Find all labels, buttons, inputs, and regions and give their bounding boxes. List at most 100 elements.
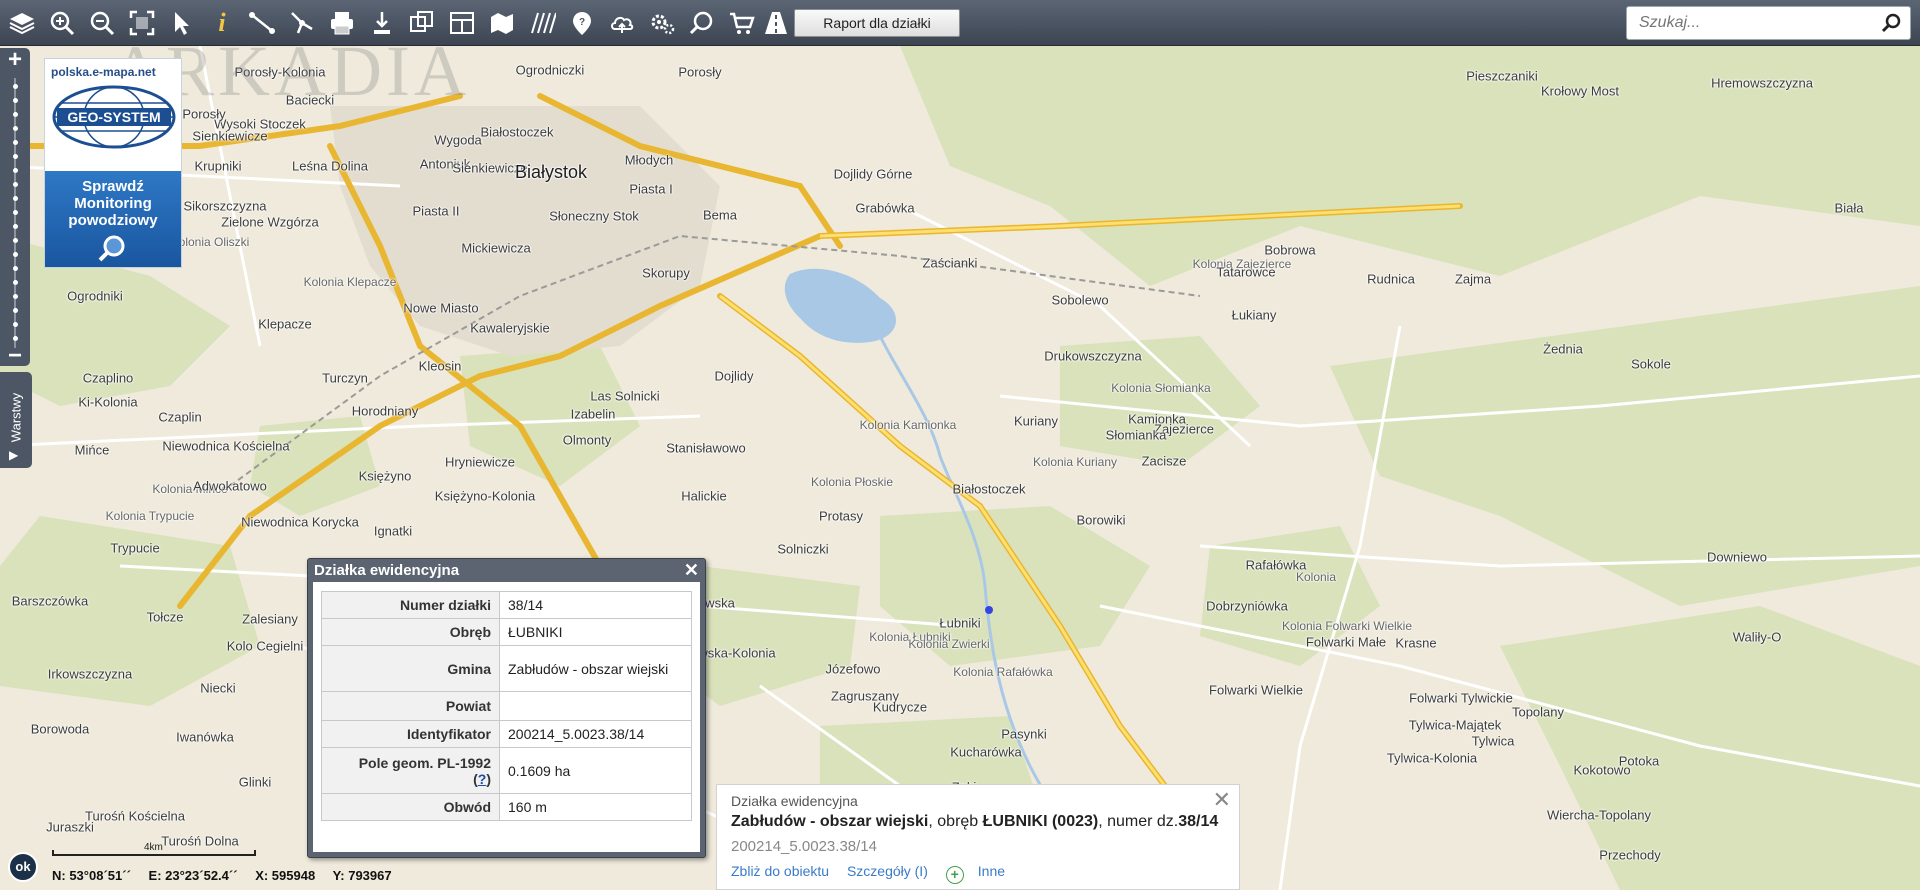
attr-key: Pole geom. PL-1992: [358, 754, 491, 771]
place-label: Sobolewo: [1051, 292, 1109, 308]
zoom-level-dot[interactable]: [13, 252, 18, 257]
zoom-level-dot[interactable]: [13, 140, 18, 145]
info-icon[interactable]: i: [206, 7, 238, 39]
zoom-level-dot[interactable]: [13, 210, 18, 215]
place-label: Kokotowo: [1573, 762, 1631, 778]
place-label: Borowoda: [30, 721, 90, 737]
zoom-level-dot[interactable]: [13, 224, 18, 229]
zoom-level-dot[interactable]: [13, 238, 18, 243]
zoom-level-dot[interactable]: [13, 266, 18, 271]
zoom-level-dot[interactable]: [13, 336, 18, 341]
zoom-level-dot[interactable]: [13, 112, 18, 117]
parcel-info-popup: ✕ Działka ewidencyjna Zabłudów - obszar …: [716, 784, 1240, 890]
place-label: Rudnica: [1367, 271, 1415, 287]
select-arrow-icon[interactable]: [166, 7, 198, 39]
download-icon[interactable]: [366, 7, 398, 39]
place-label: Iwanówka: [176, 729, 234, 745]
flood-title: Sprawdź Monitoring powodziowy: [68, 178, 158, 229]
place-label: Ogrodniczki: [515, 62, 585, 78]
table-row: Pole geom. PL-1992 (?) 0.1609 ha: [321, 747, 692, 794]
table-row: Identyfikator 200214_5.0023.38/14: [321, 720, 692, 748]
zoom-minus-button[interactable]: −: [0, 342, 30, 370]
place-label: Czaplin: [158, 409, 202, 425]
measure-angle-icon[interactable]: [286, 7, 318, 39]
flood-monitoring-banner[interactable]: Sprawdź Monitoring powodziowy: [45, 171, 181, 267]
zoom-level-dot[interactable]: [13, 308, 18, 313]
cloud-upload-icon[interactable]: [606, 7, 638, 39]
table-row: Gmina Zabłudów - obszar wiejski: [321, 645, 692, 692]
place-label: Biała: [1834, 200, 1864, 216]
plus-circle-icon[interactable]: +: [945, 866, 964, 884]
map-canvas[interactable]: Porosły-Kolonia Baciecki Wysoki Stoczek Por…: [0, 46, 1920, 890]
attr-value: [499, 691, 692, 721]
zoom-level-dot[interactable]: [13, 154, 18, 159]
place-label: Bema: [703, 207, 737, 223]
place-label: Tylwica-Majątek: [1408, 717, 1502, 733]
road-icon[interactable]: [760, 7, 792, 39]
place-label: Kolonia Folwarki Wielkie: [1281, 619, 1413, 633]
layers-icon[interactable]: [6, 7, 38, 39]
popup-sep2: , numer dz.: [1098, 813, 1179, 830]
zoom-level-dot[interactable]: [13, 196, 18, 201]
other-link[interactable]: Inne: [978, 863, 1005, 879]
report-button[interactable]: Raport dla działki: [794, 9, 960, 37]
attr-key: Powiat: [321, 691, 500, 721]
attr-key: Obwód: [321, 793, 500, 821]
zoom-level-dot[interactable]: [13, 322, 18, 327]
zoom-level-dot[interactable]: [13, 84, 18, 89]
zoom-slider[interactable]: + −: [0, 46, 30, 369]
close-icon[interactable]: ✕: [684, 560, 699, 581]
place-label: Kolonia Kamionka: [859, 418, 957, 432]
zoom-to-object-link[interactable]: Zbliż do obiektu: [731, 863, 829, 879]
zoom-plus-button[interactable]: +: [0, 46, 30, 74]
print-icon[interactable]: [326, 7, 358, 39]
place-label: Sikorszczyzna: [183, 198, 267, 214]
place-label: Białostoczek: [952, 481, 1026, 497]
hatch-icon[interactable]: [526, 7, 558, 39]
svg-text:?: ?: [579, 17, 585, 28]
place-label: Tylwica-Kolonia: [1386, 750, 1478, 766]
settings-icon[interactable]: [646, 7, 678, 39]
map-shape-icon[interactable]: [486, 7, 518, 39]
layers-panel-tab[interactable]: Warstwy ▶: [0, 372, 32, 468]
search-map-icon[interactable]: [686, 7, 718, 39]
promo-box[interactable]: polska.e-mapa.net GEO-SYSTEM Sprawdź Mon…: [44, 58, 182, 268]
ok-button[interactable]: ok: [8, 852, 38, 882]
search-icon[interactable]: [1880, 12, 1902, 34]
x-coordinate: X: 595948: [255, 868, 316, 883]
measure-line-icon[interactable]: [246, 7, 278, 39]
zoom-in-icon[interactable]: [46, 7, 78, 39]
selected-parcel-marker[interactable]: [985, 606, 993, 614]
zoom-out-icon[interactable]: [86, 7, 118, 39]
promo-url[interactable]: polska.e-mapa.net: [51, 65, 156, 79]
zoom-level-dot[interactable]: [13, 98, 18, 103]
zoom-level-dot[interactable]: [13, 168, 18, 173]
help-link[interactable]: ?: [478, 771, 487, 787]
place-label: Ogrodniki: [67, 288, 123, 304]
place-label: Sokole: [1631, 356, 1671, 372]
place-label: Księżyno: [358, 468, 412, 484]
zoom-level-dot[interactable]: [13, 182, 18, 187]
location-help-icon[interactable]: ?: [566, 7, 598, 39]
details-link[interactable]: Szczegóły (I): [847, 863, 928, 879]
place-label: Ignatki: [373, 523, 413, 539]
close-icon[interactable]: ✕: [1213, 787, 1231, 813]
zoom-level-dot[interactable]: [13, 126, 18, 131]
zoom-level-dot[interactable]: [13, 280, 18, 285]
search-input[interactable]: [1627, 7, 1867, 39]
parcel-window-title[interactable]: Działka ewidencyjna: [314, 562, 459, 579]
popup-description: Zabłudów - obszar wiejski, obręb ŁUBNIKI…: [731, 813, 1218, 831]
parcel-window[interactable]: Działka ewidencyjna ✕ Numer działki 38/1…: [307, 558, 706, 858]
place-label: Zacisze: [1141, 453, 1187, 469]
place-label: Kolonia Oliszki: [170, 235, 250, 249]
overlay-icon[interactable]: [406, 7, 438, 39]
zoom-extent-icon[interactable]: [126, 7, 158, 39]
place-label: Tylwica: [1471, 733, 1515, 749]
cart-icon[interactable]: [726, 7, 758, 39]
place-label: Folwarki Tylwickie: [1409, 690, 1513, 706]
zoom-level-dot[interactable]: [13, 294, 18, 299]
layout-icon[interactable]: [446, 7, 478, 39]
table-row: Numer działki 38/14: [321, 591, 692, 619]
layers-tab-label: Warstwy: [8, 392, 24, 443]
geo-system-logo-icon: GEO-SYSTEM: [52, 85, 176, 149]
